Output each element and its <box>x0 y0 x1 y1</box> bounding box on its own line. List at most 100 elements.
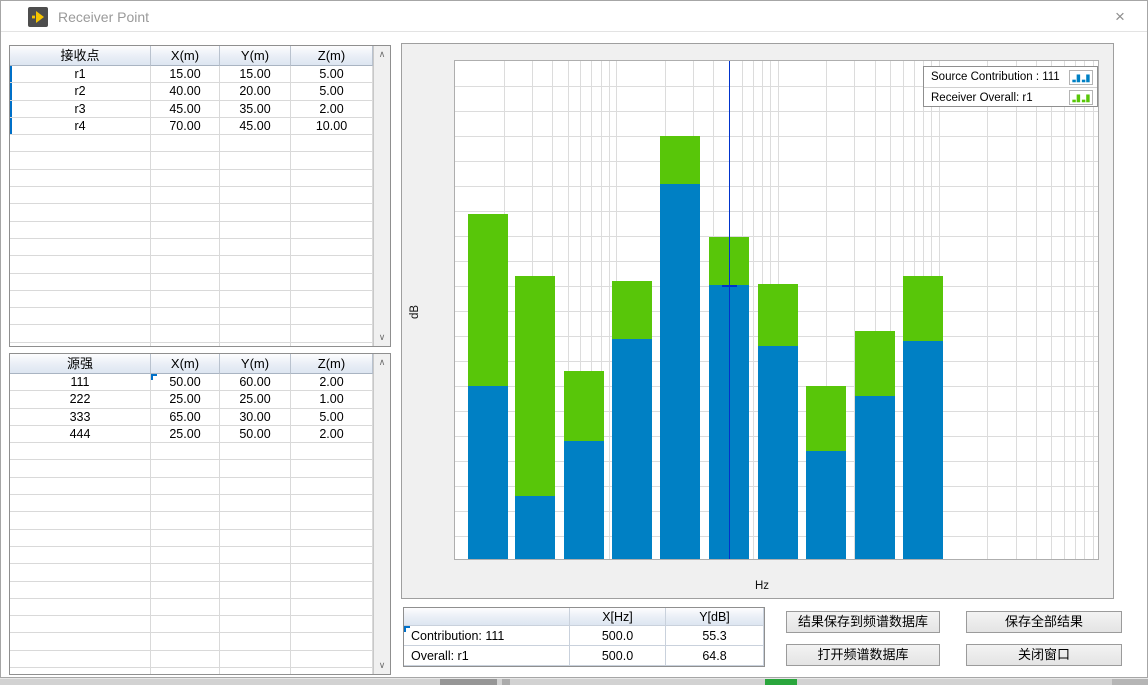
table-cell[interactable] <box>220 564 291 581</box>
table-cell[interactable]: 5.00 <box>291 83 373 100</box>
table-cell[interactable] <box>291 633 373 650</box>
table-row[interactable] <box>10 512 373 529</box>
table-cell[interactable] <box>291 599 373 616</box>
table-cell[interactable] <box>10 478 151 495</box>
table-cell[interactable]: 50.00 <box>220 426 291 443</box>
table-cell[interactable]: r4 <box>10 118 151 135</box>
table-cell[interactable] <box>10 325 151 342</box>
table-cell[interactable] <box>10 582 151 599</box>
table-cell[interactable] <box>151 291 220 308</box>
table-cell[interactable] <box>151 547 220 564</box>
table-row[interactable]: r470.0045.0010.00 <box>10 118 373 135</box>
table-cell[interactable] <box>151 152 220 169</box>
receiver-table[interactable]: 接收点X(m)Y(m)Z(m)r115.0015.005.00r240.0020… <box>10 46 373 346</box>
table-cell[interactable]: 45.00 <box>220 118 291 135</box>
table-cell[interactable] <box>220 222 291 239</box>
table-cell[interactable] <box>291 222 373 239</box>
table-cell[interactable]: 70.00 <box>151 118 220 135</box>
table-cell[interactable] <box>220 478 291 495</box>
table-cell[interactable] <box>10 222 151 239</box>
table-cell[interactable]: 111 <box>10 374 151 391</box>
table-cell[interactable] <box>291 616 373 633</box>
table-cell[interactable]: 2.00 <box>291 426 373 443</box>
table-cell[interactable] <box>151 343 220 346</box>
table-row[interactable] <box>10 651 373 668</box>
table-cell[interactable] <box>291 651 373 668</box>
save-all-results-button[interactable]: 保存全部结果 <box>966 611 1122 633</box>
table-cell[interactable] <box>291 204 373 221</box>
source-table[interactable]: 源强X(m)Y(m)Z(m)11150.0060.002.0022225.002… <box>10 354 373 674</box>
scroll-down-icon[interactable]: ∨ <box>374 657 390 674</box>
table-cell[interactable]: 50.00 <box>151 374 220 391</box>
table-cell[interactable] <box>291 274 373 291</box>
table-cell[interactable] <box>151 495 220 512</box>
table-cell[interactable] <box>10 616 151 633</box>
table-cell[interactable]: 65.00 <box>151 409 220 426</box>
table-cell[interactable] <box>220 274 291 291</box>
table-cell[interactable] <box>291 512 373 529</box>
table-row[interactable] <box>10 274 373 291</box>
table-cell[interactable]: 30.00 <box>220 409 291 426</box>
close-window-button[interactable]: 关闭窗口 <box>966 644 1122 666</box>
table-row[interactable] <box>10 239 373 256</box>
table-row[interactable] <box>10 187 373 204</box>
table-cell[interactable]: 2.00 <box>291 374 373 391</box>
table-cell[interactable] <box>291 291 373 308</box>
table-cell[interactable] <box>151 222 220 239</box>
table-cell[interactable] <box>220 582 291 599</box>
table-cell[interactable]: 1.00 <box>291 391 373 408</box>
table-row[interactable] <box>10 256 373 273</box>
table-cell[interactable] <box>291 135 373 152</box>
table-cell[interactable] <box>151 325 220 342</box>
table-row[interactable] <box>10 443 373 460</box>
table-row[interactable] <box>10 291 373 308</box>
table-cell[interactable] <box>10 651 151 668</box>
table-cell[interactable]: 333 <box>10 409 151 426</box>
table-cell[interactable] <box>220 187 291 204</box>
table-cell[interactable] <box>291 187 373 204</box>
table-cell[interactable] <box>291 582 373 599</box>
table-cell[interactable]: 5.00 <box>291 409 373 426</box>
table-cell[interactable] <box>10 204 151 221</box>
table-cell[interactable] <box>220 460 291 477</box>
table-cell[interactable] <box>151 239 220 256</box>
table-cell[interactable] <box>10 443 151 460</box>
table-cell[interactable] <box>10 633 151 650</box>
table-cell[interactable] <box>291 443 373 460</box>
table-cell[interactable] <box>10 239 151 256</box>
table-row[interactable] <box>10 564 373 581</box>
table-cell[interactable] <box>291 308 373 325</box>
table-cell[interactable]: 25.00 <box>151 426 220 443</box>
table-cell[interactable] <box>151 564 220 581</box>
table-cell[interactable] <box>151 135 220 152</box>
table-cell[interactable]: 25.00 <box>220 391 291 408</box>
table-cell[interactable] <box>220 325 291 342</box>
table-row[interactable]: r115.0015.005.00 <box>10 66 373 83</box>
table-cell[interactable] <box>291 530 373 547</box>
table-cell[interactable]: 35.00 <box>220 101 291 118</box>
table-cell[interactable] <box>220 135 291 152</box>
table-cell[interactable]: 444 <box>10 426 151 443</box>
table-row[interactable] <box>10 460 373 477</box>
table-row[interactable] <box>10 530 373 547</box>
table-cell[interactable] <box>151 204 220 221</box>
table-cell[interactable] <box>151 651 220 668</box>
table-cell[interactable]: 15.00 <box>151 66 220 83</box>
table-cell[interactable] <box>151 512 220 529</box>
table-cell[interactable]: 15.00 <box>220 66 291 83</box>
table-cell[interactable] <box>10 170 151 187</box>
table-row[interactable] <box>10 582 373 599</box>
table-cell[interactable] <box>151 443 220 460</box>
table-cell[interactable]: 60.00 <box>220 374 291 391</box>
table-cell[interactable] <box>151 478 220 495</box>
table-cell[interactable] <box>220 239 291 256</box>
table-row[interactable]: 22225.0025.001.00 <box>10 391 373 408</box>
plot-area[interactable]: 0510152025303540455055606570758085909510… <box>454 60 1099 560</box>
table-cell[interactable] <box>291 325 373 342</box>
table-cell[interactable] <box>151 308 220 325</box>
table-cell[interactable] <box>220 512 291 529</box>
table-row[interactable] <box>10 599 373 616</box>
table-cell[interactable] <box>220 343 291 346</box>
table-cell[interactable] <box>10 547 151 564</box>
table-cell[interactable] <box>10 135 151 152</box>
